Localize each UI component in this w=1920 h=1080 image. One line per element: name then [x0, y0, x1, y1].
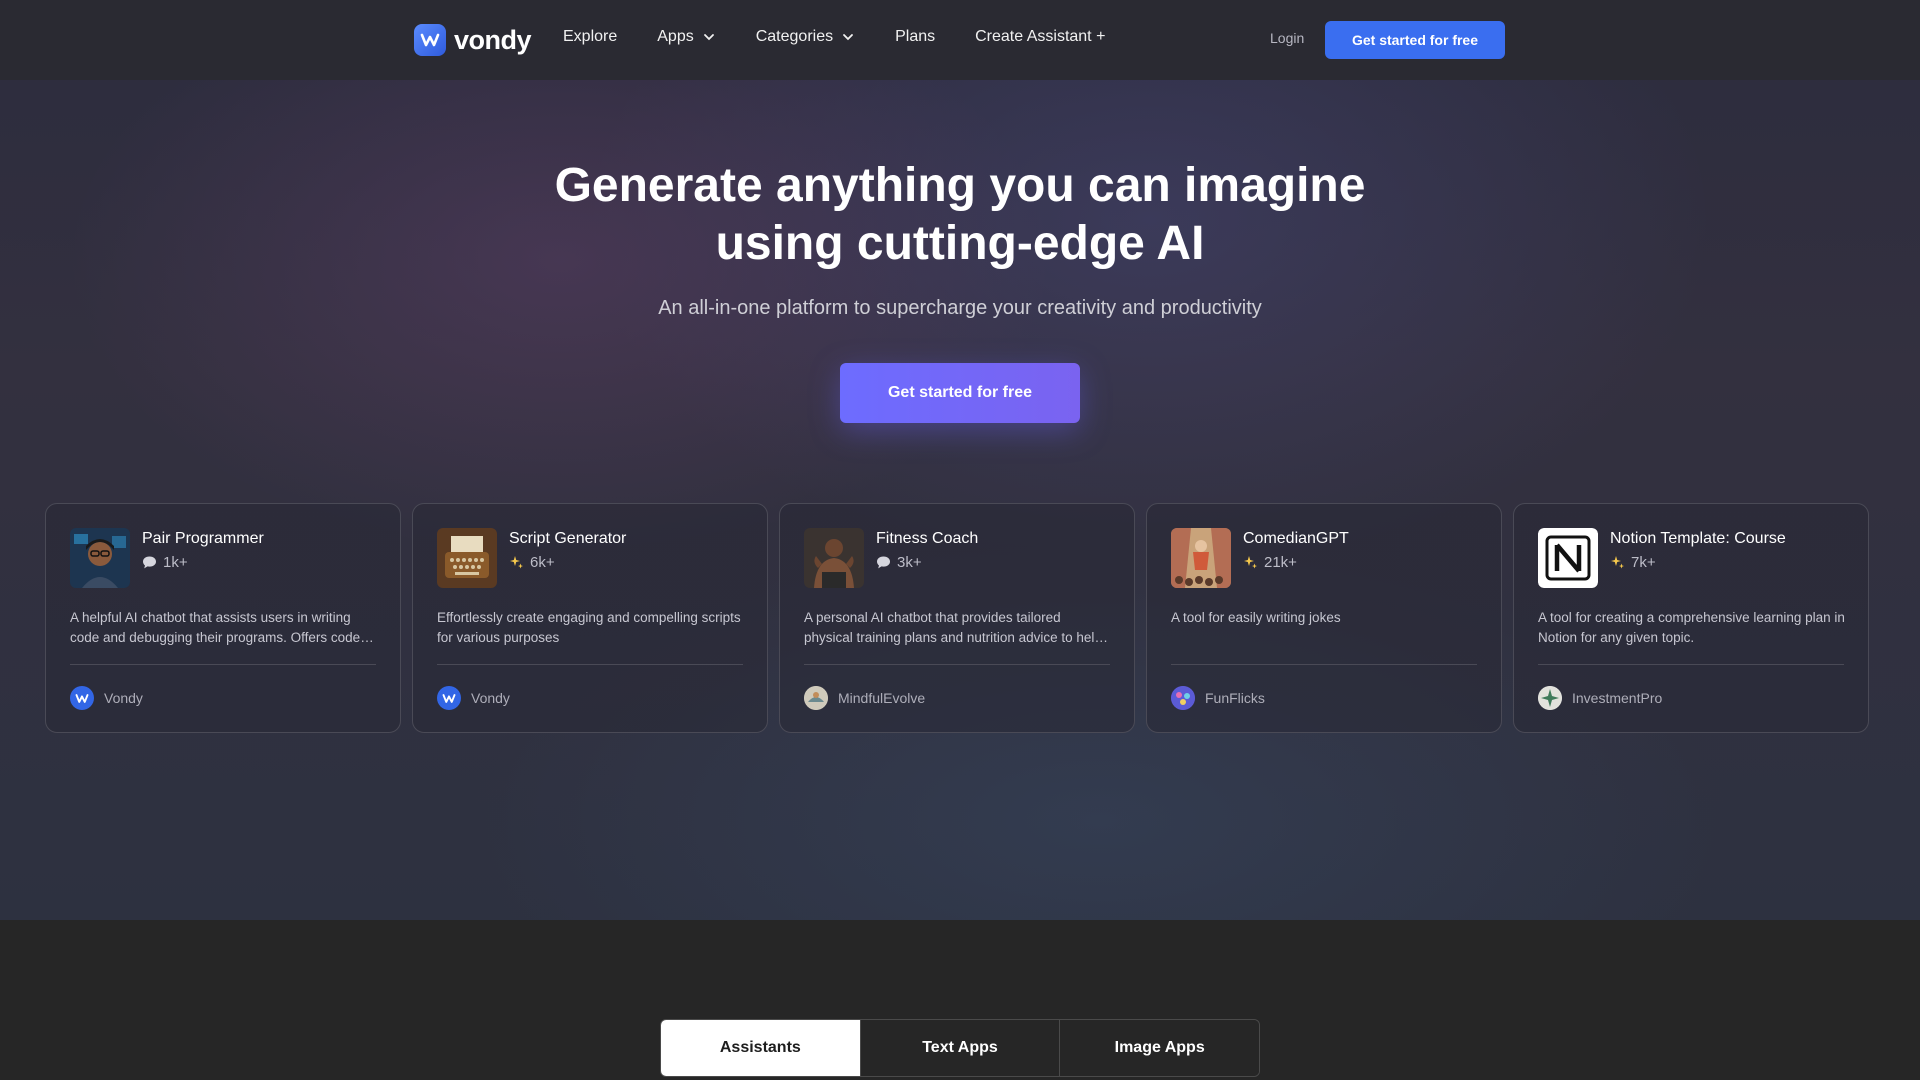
card-description: A tool for creating a comprehensive lear… — [1538, 610, 1845, 645]
notion-logo-icon — [1538, 528, 1598, 588]
card-title: Script Generator — [509, 530, 627, 547]
app-card-notion-template-course[interactable]: Notion Template: Course 7k+ A tool for c… — [1513, 503, 1869, 733]
card-stat-value: 7k+ — [1631, 554, 1656, 571]
tab-text-apps[interactable]: Text Apps — [859, 1020, 1060, 1076]
nav-apps-label: Apps — [657, 28, 694, 45]
funflicks-avatar-icon — [1171, 686, 1195, 710]
card-author-name: Vondy — [104, 690, 143, 706]
card-stat-value: 3k+ — [897, 554, 922, 571]
card-description: A helpful AI chatbot that assists users … — [70, 610, 361, 645]
card-divider — [437, 664, 743, 665]
card-author-name: InvestmentPro — [1572, 690, 1663, 706]
vondy-logo-icon — [414, 24, 446, 56]
sparkle-icon — [510, 556, 523, 569]
card-divider — [70, 664, 376, 665]
content-tabs: Assistants Text Apps Image Apps — [660, 1019, 1260, 1077]
card-author[interactable]: FunFlicks — [1171, 686, 1265, 710]
vondy-logo[interactable]: vondy — [414, 23, 532, 57]
hero-get-started-button[interactable]: Get started for free — [840, 363, 1080, 423]
tab-assistants[interactable]: Assistants — [661, 1020, 860, 1076]
card-stat: 6k+ — [509, 554, 555, 571]
card-stat-value: 6k+ — [530, 554, 555, 571]
card-author[interactable]: Vondy — [70, 686, 143, 710]
card-title: ComedianGPT — [1243, 530, 1349, 547]
hero-headline: Generate anything you can imagine using … — [460, 157, 1460, 273]
programmer-portrait-icon — [70, 528, 130, 588]
athlete-portrait-icon — [804, 528, 864, 588]
nav-get-started-button[interactable]: Get started for free — [1325, 21, 1505, 59]
card-divider — [1538, 664, 1844, 665]
logo-text: vondy — [454, 24, 532, 55]
nav-apps[interactable]: Apps — [657, 28, 715, 46]
featured-cards: Pair Programmer 1k+ A helpful AI chatbot… — [45, 503, 1869, 733]
card-description: A tool for easily writing jokes — [1171, 610, 1341, 625]
vondy-avatar-icon — [437, 686, 461, 710]
card-author[interactable]: Vondy — [437, 686, 510, 710]
card-title: Fitness Coach — [876, 530, 979, 547]
chevron-down-icon — [703, 34, 714, 41]
card-title: Pair Programmer — [142, 530, 264, 547]
app-card-script-generator[interactable]: Script Generator 6k+ Effortlessly create… — [412, 503, 768, 733]
card-author-name: Vondy — [471, 690, 510, 706]
card-description: A personal AI chatbot that provides tail… — [804, 610, 1102, 645]
app-card-comediangpt[interactable]: ComedianGPT 21k+ A tool for easily writi… — [1146, 503, 1502, 733]
nav-create-assistant-label: Create Assistant + — [975, 28, 1106, 45]
vondy-avatar-icon — [70, 686, 94, 710]
nav-create-assistant[interactable]: Create Assistant + — [975, 28, 1105, 46]
card-stat: 3k+ — [876, 554, 922, 571]
sparkle-icon — [1611, 556, 1624, 569]
chevron-down-icon — [843, 34, 853, 41]
tab-image-apps[interactable]: Image Apps — [1059, 1020, 1259, 1076]
sparkle-icon — [1244, 556, 1257, 569]
mindfulevolve-avatar-icon — [804, 686, 828, 710]
card-divider — [804, 664, 1110, 665]
hero-headline-line1: Generate anything you can imagine — [554, 159, 1366, 212]
card-description: Effortlessly create engaging and compell… — [437, 610, 741, 645]
card-stat: 21k+ — [1243, 554, 1297, 571]
card-stat-value: 1k+ — [163, 554, 188, 571]
app-card-fitness-coach[interactable]: Fitness Coach 3k+ A personal AI chatbot … — [779, 503, 1135, 733]
nav-links: Explore Apps Categories Plans Create Ass… — [563, 28, 1145, 46]
card-stat-value: 21k+ — [1264, 554, 1297, 571]
card-title: Notion Template: Course — [1610, 530, 1786, 547]
hero-subheadline: An all-in-one platform to supercharge yo… — [658, 297, 1262, 319]
chat-icon — [143, 556, 156, 569]
card-author[interactable]: InvestmentPro — [1538, 686, 1662, 710]
card-stat: 1k+ — [142, 554, 188, 571]
card-stat: 7k+ — [1610, 554, 1656, 571]
app-card-pair-programmer[interactable]: Pair Programmer 1k+ A helpful AI chatbot… — [45, 503, 401, 733]
top-navbar: vondy Explore Apps Categories Plans Crea… — [0, 0, 1920, 80]
typewriter-icon — [437, 528, 497, 588]
comedian-stage-icon — [1171, 528, 1231, 588]
nav-categories[interactable]: Categories — [756, 28, 855, 46]
nav-explore-label: Explore — [563, 28, 618, 45]
card-author-name: MindfulEvolve — [838, 690, 926, 706]
nav-plans[interactable]: Plans — [895, 28, 935, 46]
nav-explore[interactable]: Explore — [563, 28, 617, 46]
investmentpro-avatar-icon — [1538, 686, 1562, 710]
login-link[interactable]: Login — [1270, 30, 1304, 46]
hero-section — [0, 0, 1920, 920]
card-author-name: FunFlicks — [1205, 690, 1265, 706]
chat-icon — [877, 556, 890, 569]
card-author[interactable]: MindfulEvolve — [804, 686, 925, 710]
card-divider — [1171, 664, 1477, 665]
nav-plans-label: Plans — [895, 28, 936, 45]
nav-categories-label: Categories — [755, 28, 834, 45]
hero-headline-line2: using cutting-edge AI — [715, 217, 1205, 270]
